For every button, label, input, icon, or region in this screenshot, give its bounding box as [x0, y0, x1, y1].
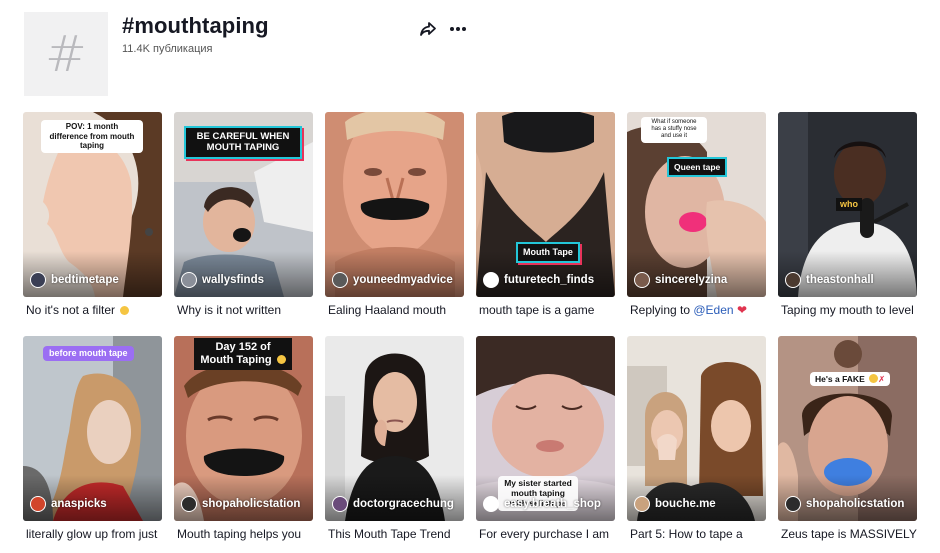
- video-caption[interactable]: Why is it not written: [177, 303, 313, 317]
- username: wallysfinds: [202, 274, 264, 286]
- video-overlay-text: BE CAREFUL WHEN MOUTH TAPING: [184, 126, 302, 159]
- video-thumbnail[interactable]: He's a FAKE ✗ shopaholicstation: [778, 336, 917, 521]
- video-author[interactable]: easy.breath_shop: [483, 496, 601, 512]
- video-thumbnail[interactable]: Day 152 of Mouth Taping shopaholicstatio…: [174, 336, 313, 521]
- username: easy.breath_shop: [504, 498, 601, 510]
- video-overlay-text: who: [836, 198, 862, 211]
- overlay-text: Day 152 of Mouth Taping: [200, 341, 272, 367]
- more-dots-icon: [450, 27, 466, 31]
- cross-mark-icon: ✗: [878, 374, 886, 384]
- video-author[interactable]: wallysfinds: [181, 272, 264, 288]
- caption-text: No it's not a filter: [26, 303, 115, 317]
- video-author[interactable]: shopaholicstation: [181, 496, 300, 512]
- thumbnail-image: [476, 112, 615, 297]
- video-thumbnail[interactable]: What if someone has a stuffy nose and us…: [627, 112, 766, 297]
- video-overlay-text: Day 152 of Mouth Taping: [194, 338, 292, 371]
- hashtag-avatar: #: [24, 12, 108, 96]
- video-caption[interactable]: Taping my mouth to level: [781, 303, 917, 317]
- username: youneedmyadvice: [353, 274, 453, 286]
- video-author[interactable]: youneedmyadvice: [332, 272, 453, 288]
- emoji-icon: [869, 374, 879, 383]
- video-caption[interactable]: No it's not a filter: [26, 303, 162, 317]
- username: bedtimetape: [51, 274, 119, 286]
- avatar: [634, 496, 650, 512]
- username: anaspicks: [51, 498, 107, 510]
- caption-text: Replying to: [630, 303, 694, 317]
- video-author[interactable]: futuretech_finds: [483, 272, 594, 288]
- avatar: [332, 496, 348, 512]
- thumbnail-image: [778, 336, 917, 521]
- video-author[interactable]: theastonhall: [785, 272, 874, 288]
- video-overlay-text: Mouth Tape: [516, 242, 580, 263]
- username: theastonhall: [806, 274, 874, 286]
- video-thumbnail[interactable]: youneedmyadvice: [325, 112, 464, 297]
- username: shopaholicstation: [806, 498, 905, 510]
- video-caption[interactable]: Part 5: How to tape a: [630, 527, 766, 541]
- avatar: [785, 496, 801, 512]
- thumbnail-image: [627, 336, 766, 521]
- video-overlay-text: POV: 1 month difference from mouth tapin…: [41, 120, 143, 153]
- video-thumbnail[interactable]: My sister started mouth taping with sell…: [476, 336, 615, 521]
- video-author[interactable]: bedtimetape: [30, 272, 119, 288]
- video-author[interactable]: bouche.me: [634, 496, 716, 512]
- username: sincerelyzina: [655, 274, 728, 286]
- video-author[interactable]: shopaholicstation: [785, 496, 904, 512]
- smile-emoji-icon: [120, 306, 130, 315]
- video-author[interactable]: doctorgracechung: [332, 496, 454, 512]
- share-button[interactable]: [417, 18, 439, 40]
- thumbnail-image: [325, 336, 464, 521]
- video-caption[interactable]: This Mouth Tape Trend: [328, 527, 464, 541]
- video-thumbnail[interactable]: who theastonhall: [778, 112, 917, 297]
- video-thumbnail[interactable]: BE CAREFUL WHEN MOUTH TAPING wallysfinds: [174, 112, 313, 297]
- username: futuretech_finds: [504, 274, 595, 286]
- username: bouche.me: [655, 498, 716, 510]
- heart-icon: ❤: [736, 303, 747, 317]
- video-caption[interactable]: literally glow up from just: [26, 527, 162, 541]
- avatar: [30, 496, 46, 512]
- more-options-button[interactable]: [447, 18, 469, 40]
- video-thumbnail[interactable]: bouche.me: [627, 336, 766, 521]
- avatar: [332, 272, 348, 288]
- video-overlay-text: He's a FAKE ✗: [810, 372, 891, 387]
- video-author[interactable]: anaspicks: [30, 496, 107, 512]
- overlay-text: He's a FAKE: [815, 374, 865, 384]
- video-thumbnail[interactable]: Mouth Tape futuretech_finds: [476, 112, 615, 297]
- avatar: [181, 496, 197, 512]
- video-caption[interactable]: mouth tape is a game: [479, 303, 615, 317]
- tag-header: # #mouthtaping 11.4K публикация: [0, 0, 940, 110]
- avatar: [634, 272, 650, 288]
- username: doctorgracechung: [353, 498, 454, 510]
- avatar: [181, 272, 197, 288]
- username: shopaholicstation: [202, 498, 301, 510]
- video-overlay-text: before mouth tape: [43, 346, 134, 361]
- thumbnail-image: [23, 336, 162, 521]
- video-caption[interactable]: Zeus tape is MASSIVELY: [781, 527, 917, 541]
- video-thumbnail[interactable]: POV: 1 month difference from mouth tapin…: [23, 112, 162, 297]
- hashtag-icon: #: [45, 25, 87, 83]
- thumbnail-image: [325, 112, 464, 297]
- avatar: [483, 272, 499, 288]
- avatar: [785, 272, 801, 288]
- reply-bubble: What if someone has a stuffy nose and us…: [641, 117, 707, 143]
- page-title: #mouthtaping: [122, 13, 269, 38]
- share-icon: [420, 22, 436, 36]
- video-overlay-text: Queen tape: [667, 157, 728, 178]
- video-caption[interactable]: For every purchase I am: [479, 527, 615, 541]
- video-author[interactable]: sincerelyzina: [634, 272, 727, 288]
- video-caption[interactable]: Replying to @Eden ❤: [630, 303, 766, 317]
- video-caption[interactable]: Ealing Haaland mouth: [328, 303, 464, 317]
- post-count: 11.4K публикация: [122, 43, 213, 55]
- mention-link[interactable]: @Eden: [693, 303, 733, 317]
- video-thumbnail[interactable]: before mouth tape anaspicks: [23, 336, 162, 521]
- avatar: [30, 272, 46, 288]
- video-caption[interactable]: Mouth taping helps you: [177, 527, 313, 541]
- avatar: [483, 496, 499, 512]
- video-thumbnail[interactable]: doctorgracechung: [325, 336, 464, 521]
- emoji-icon: [276, 355, 286, 365]
